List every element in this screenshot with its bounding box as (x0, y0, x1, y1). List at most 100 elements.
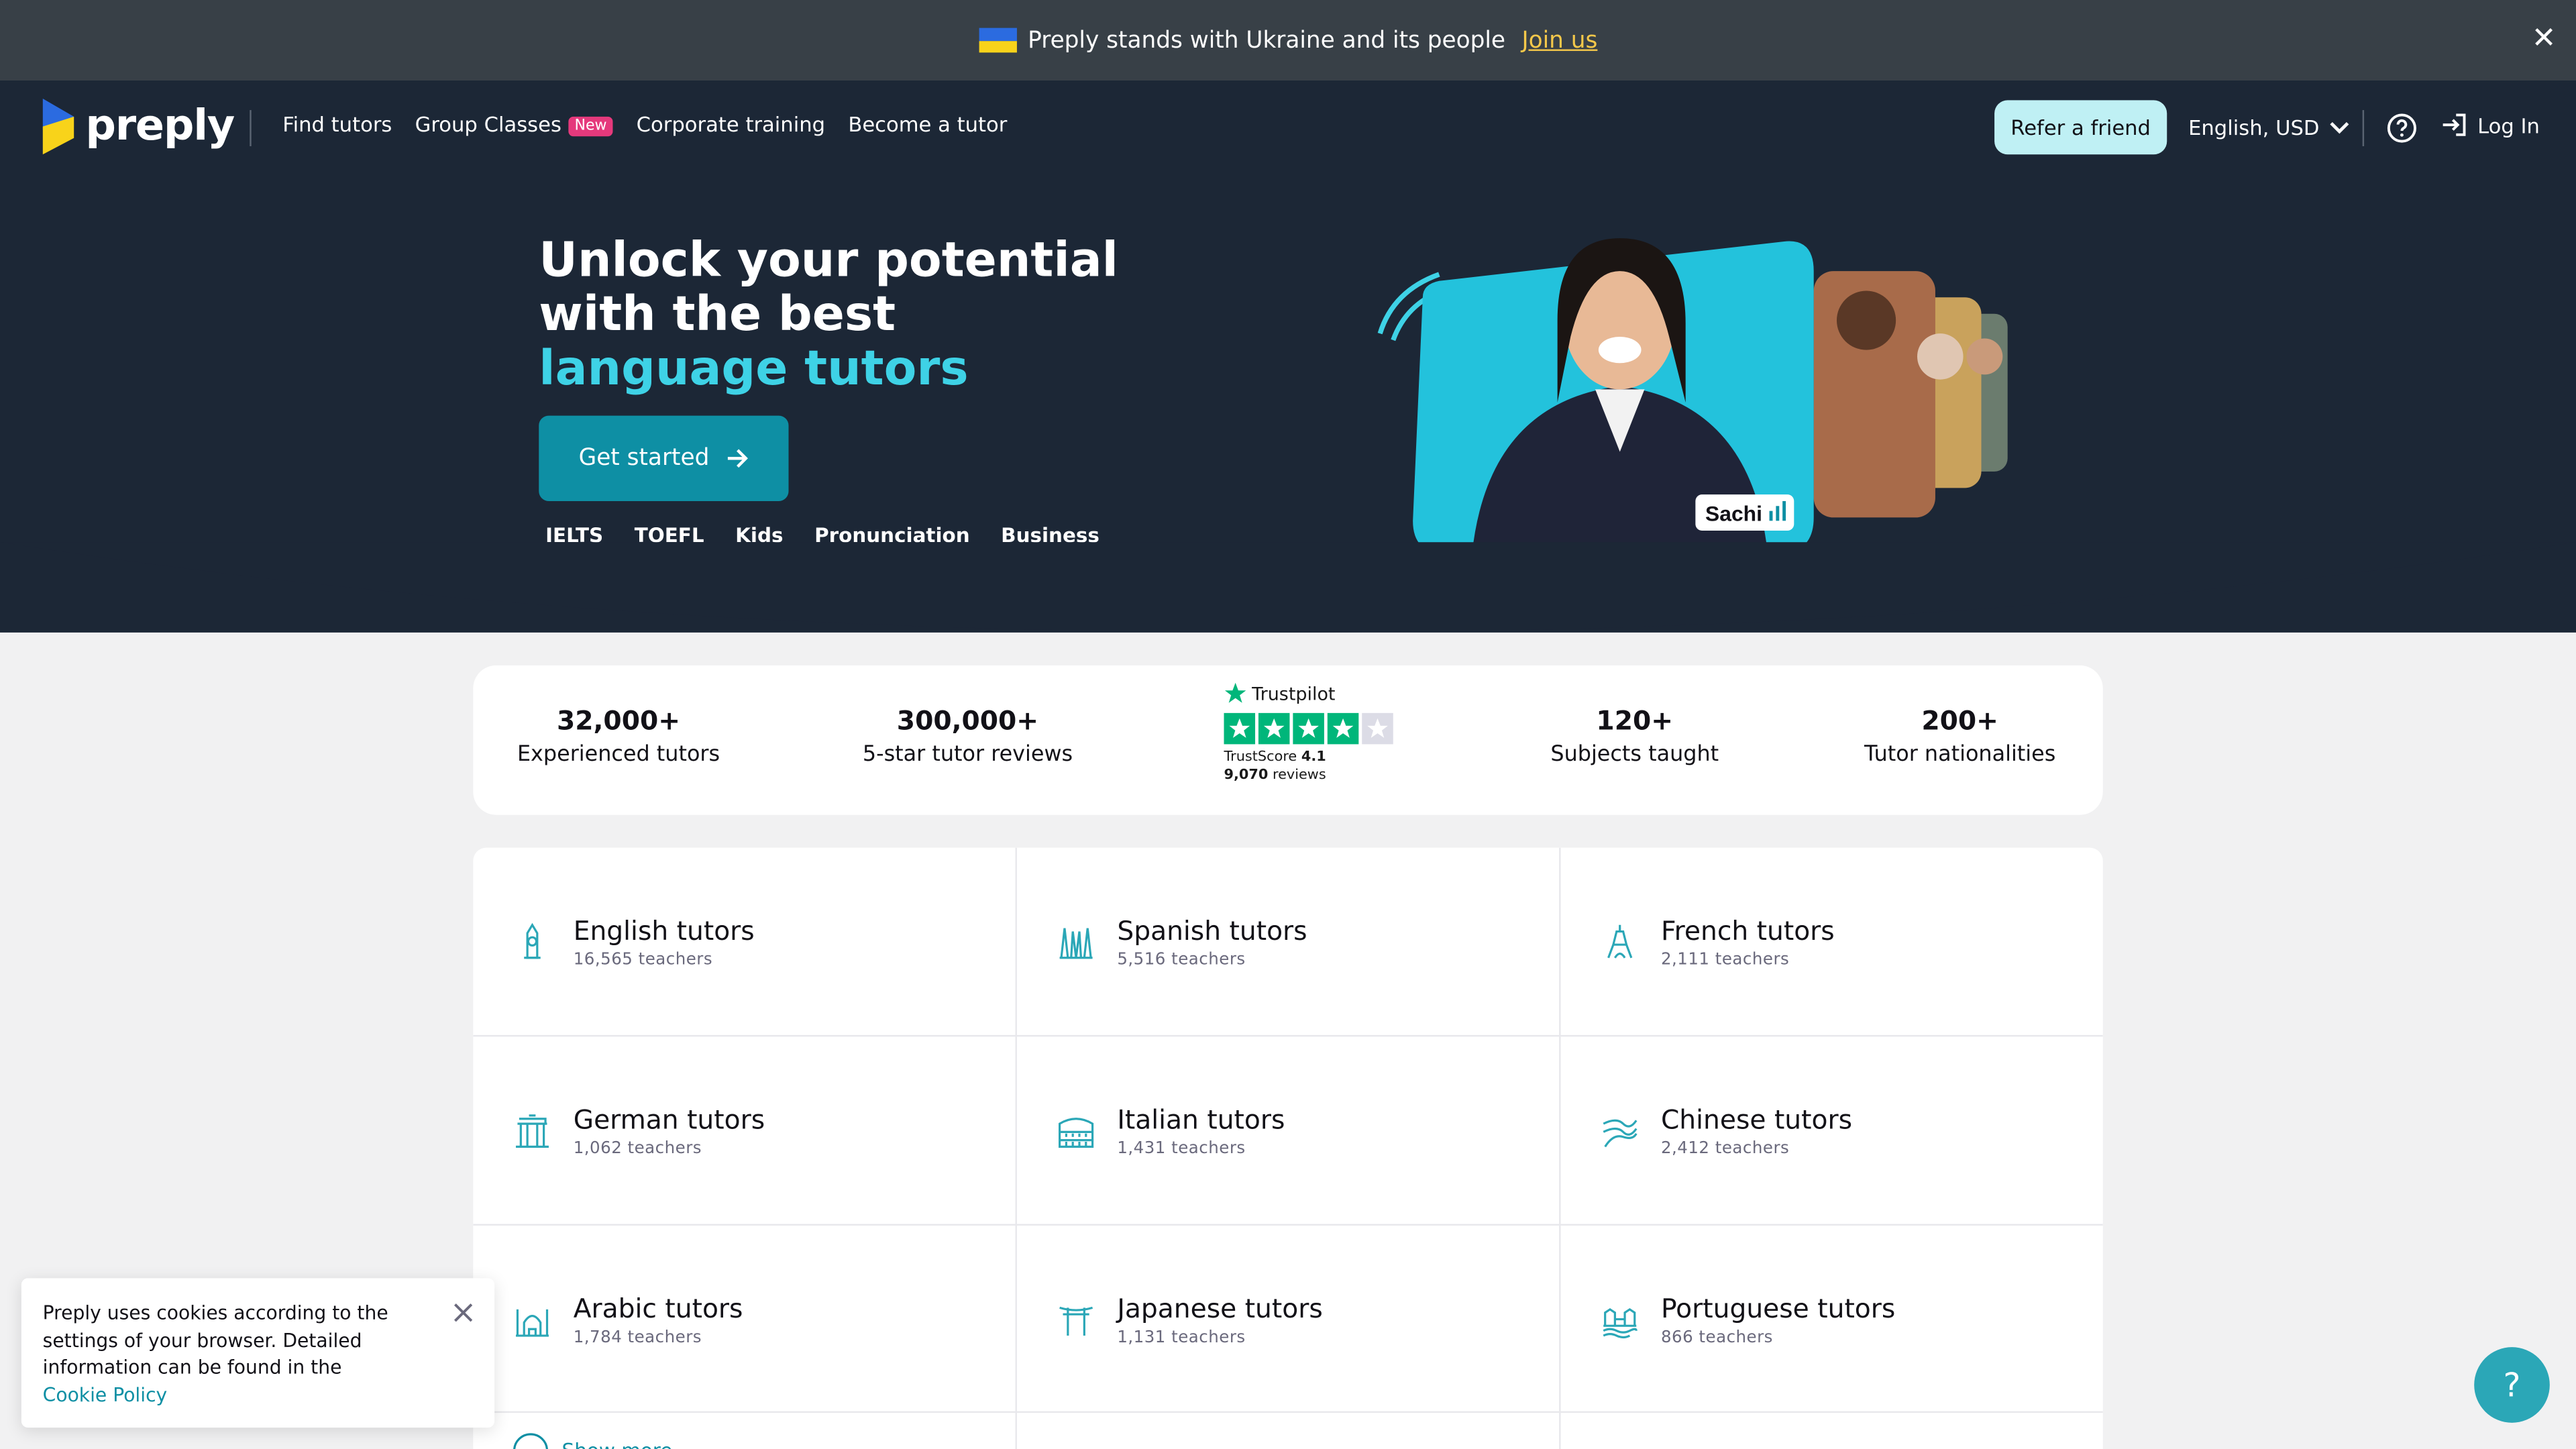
language-card-spanish[interactable]: Spanish tutors 5,516 teachers (1017, 848, 1559, 1035)
stat-tutors: 32,000+ Experienced tutors (499, 705, 737, 767)
trustpilot-star-2 (1258, 712, 1290, 745)
nav-become-tutor[interactable]: Become a tutor (848, 112, 1007, 137)
language-name: Italian tutors (1117, 1103, 1285, 1135)
language-card-portuguese[interactable]: Portuguese tutors 866 teachers (1561, 1226, 2103, 1413)
trustpilot-stars (1224, 712, 1393, 745)
belem-tower-icon (1603, 1307, 1638, 1339)
trustpilot-review-count: 9,070 (1224, 767, 1269, 784)
page-root: Preply stands with Ukraine and its peopl… (0, 0, 2576, 1449)
banner-text: Preply stands with Ukraine and its peopl… (1028, 27, 1506, 54)
show-more-button[interactable]: Show more (513, 1433, 672, 1449)
language-card-german-text: German tutors 1,062 teachers (574, 1104, 765, 1158)
hero-tutor-illustration: Sachi (1377, 238, 2008, 554)
trustpilot-star-1 (1224, 712, 1256, 745)
cookie-notice: Preply uses cookies according to the set… (21, 1278, 495, 1428)
chevron-down-icon (2329, 121, 2349, 133)
language-card-french[interactable]: French tutors 2,111 teachers (1561, 848, 2103, 1035)
language-card-arabic-text: Arabic tutors 1,784 teachers (574, 1292, 743, 1346)
teacher-count: 1,431 teachers (1117, 1139, 1246, 1158)
headline-line2: with the best (539, 286, 896, 342)
ukraine-flag-icon (978, 28, 1017, 53)
top-nav: preply Find tutors Group Classes New Corp… (0, 80, 2576, 176)
teacher-count: 1,062 teachers (573, 1139, 702, 1158)
language-card-arabic[interactable]: Arabic tutors 1,784 teachers (473, 1226, 1015, 1413)
language-name: Arabic tutors (573, 1292, 743, 1324)
language-card-english[interactable]: English tutors 16,565 teachers (473, 848, 1015, 1035)
trustscore-value: 4.1 (1301, 749, 1326, 766)
trustpilot-star-4 (1327, 712, 1359, 745)
chevron-circle-icon (513, 1433, 548, 1449)
nav-group-classes-label: Group Classes (415, 111, 561, 137)
colosseum-icon (1059, 1118, 1094, 1148)
stat-tutors-label: Experienced tutors (517, 742, 720, 767)
stat-reviews-label: 5-star tutor reviews (862, 742, 1073, 767)
teacher-count: 16,565 teachers (573, 950, 713, 969)
help-chat-button[interactable]: ? (2474, 1347, 2550, 1423)
login-label: Log In (2477, 112, 2540, 138)
language-currency-selector[interactable]: English, USD (2188, 115, 2349, 140)
close-icon[interactable] (451, 1301, 474, 1324)
language-card-chinese[interactable]: Chinese tutors 2,412 teachers (1561, 1036, 2103, 1224)
stat-reviews-number: 300,000+ (896, 704, 1039, 737)
tutor-name-tag: Sachi (1705, 501, 1762, 525)
stat-nationalities-label: Tutor nationalities (1864, 742, 2056, 767)
language-tutors-grid: English tutors 16,565 teachers Spanish tu… (473, 847, 2103, 1449)
language-card-english-text: English tutors 16,565 teachers (574, 914, 755, 969)
headline-accent: language tutors (539, 339, 969, 396)
language-label: English, USD (2188, 115, 2320, 140)
language-card-spanish-text: Spanish tutors 5,516 teachers (1117, 914, 1307, 969)
login-icon (2443, 113, 2466, 136)
get-started-label: Get started (578, 445, 710, 472)
stat-reviews: 300,000+ 5-star tutor reviews (845, 705, 1091, 767)
big-ben-icon (524, 922, 541, 959)
stat-nationalities: 200+ Tutor nationalities (1845, 705, 2075, 767)
teacher-count: 5,516 teachers (1117, 950, 1246, 969)
language-card-japanese-text: Japanese tutors 1,131 teachers (1117, 1292, 1322, 1346)
teacher-count: 1,784 teachers (573, 1328, 702, 1346)
help-icon[interactable] (2385, 112, 2418, 152)
new-badge: New (568, 115, 614, 136)
language-card-french-text: French tutors 2,111 teachers (1661, 914, 1835, 969)
trustscore-label: TrustScore (1224, 749, 1297, 766)
nav-divider-right (2362, 110, 2365, 146)
headline-line1: Unlock your potential (539, 231, 1119, 288)
teacher-count: 2,412 teachers (1660, 1139, 1790, 1158)
stat-subjects: 120+ Subjects taught (1511, 705, 1758, 767)
language-card-japanese[interactable]: Japanese tutors 1,131 teachers (1017, 1226, 1559, 1413)
nav-corporate-training[interactable]: Corporate training (637, 112, 825, 137)
brandenburg-gate-icon (515, 1114, 549, 1148)
language-card-german[interactable]: German tutors 1,062 teachers (473, 1036, 1015, 1224)
close-icon[interactable]: ✕ (2532, 22, 2557, 56)
nav-find-tutors[interactable]: Find tutors (282, 112, 392, 137)
nav-divider (250, 110, 252, 146)
language-name: French tutors (1660, 914, 1835, 946)
login-button[interactable]: Log In (2441, 112, 2540, 138)
language-name: Japanese tutors (1117, 1292, 1323, 1324)
language-name: Portuguese tutors (1660, 1292, 1896, 1324)
cookie-policy-link[interactable]: Cookie Policy (43, 1381, 474, 1407)
language-card-italian-text: Italian tutors 1,431 teachers (1117, 1104, 1285, 1158)
preply-logo-icon (42, 98, 74, 155)
refer-friend-button[interactable]: Refer a friend (1994, 100, 2167, 155)
trustpilot-widget[interactable]: Trustpilot TrustScore 4.1 9,070 reviews (1224, 682, 1393, 785)
cookie-text: Preply uses cookies according to the set… (42, 1301, 388, 1379)
stat-nationalities-number: 200+ (1921, 704, 1998, 737)
sagrada-familia-icon (1059, 928, 1093, 959)
preply-logo[interactable]: preply (42, 98, 235, 155)
trustpilot-star-icon (1224, 682, 1246, 703)
show-more-label: Show more (562, 1439, 673, 1449)
language-card-chinese-text: Chinese tutors 2,412 teachers (1661, 1104, 1852, 1158)
trustpilot-star-3 (1293, 712, 1324, 745)
nav-group-classes[interactable]: Group Classes New (415, 111, 614, 137)
stat-subjects-number: 120+ (1596, 704, 1674, 737)
great-wall-icon (1603, 1119, 1638, 1148)
ukraine-banner: Preply stands with Ukraine and its peopl… (0, 0, 2576, 81)
language-card-italian[interactable]: Italian tutors 1,431 teachers (1017, 1036, 1559, 1224)
get-started-button[interactable]: Get started (539, 415, 789, 501)
torii-gate-icon (1059, 1306, 1093, 1336)
join-us-link[interactable]: Join us (1522, 27, 1598, 53)
trustpilot-title: Trustpilot (1224, 682, 1393, 704)
nav-links: Find tutors Group Classes New Corporate t… (282, 112, 1007, 137)
stat-subjects-label: Subjects taught (1550, 742, 1719, 767)
language-name: German tutors (573, 1103, 765, 1135)
